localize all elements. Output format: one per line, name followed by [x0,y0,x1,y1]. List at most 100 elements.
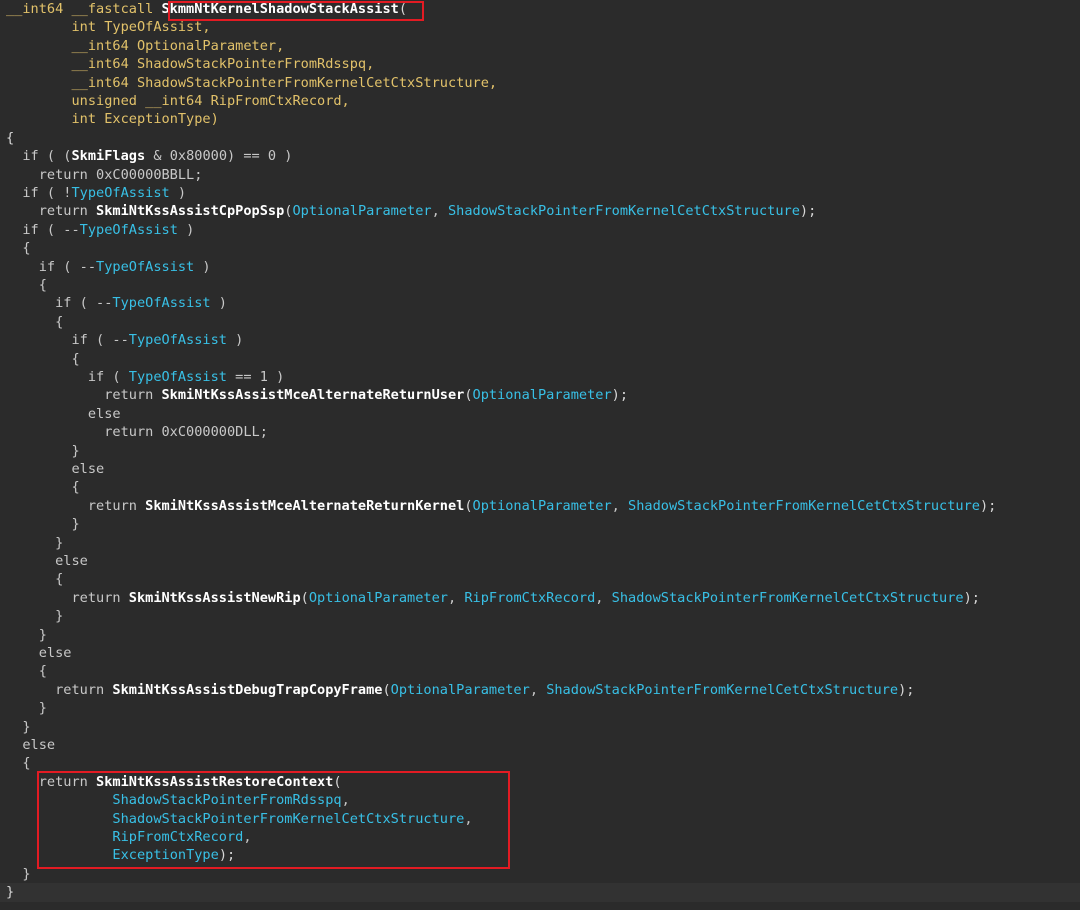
code-line[interactable]: __int64 ShadowStackPointerFromRdsspq, [6,55,374,73]
code-line[interactable]: else [6,644,72,662]
code-text: if ( ( [22,148,72,165]
code-line[interactable]: __int64 OptionalParameter, [6,37,284,55]
code-line[interactable]: int TypeOfAssist, [6,18,210,36]
code-line[interactable]: unsigned __int64 RipFromCtxRecord, [6,92,350,110]
code-line[interactable]: return SkmiNtKssAssistMceAlternateReturn… [6,497,997,515]
code-line[interactable]: if ( TypeOfAssist == 1 ) [6,368,284,386]
code-line[interactable]: ShadowStackPointerFromRdsspq, [6,791,350,809]
code-text: ) [177,221,195,238]
code-text: return [6,681,113,698]
code-line[interactable]: return 0xC000000DLL; [6,423,268,441]
code-text: , [431,203,448,220]
code-text: ( [333,773,342,790]
code-line[interactable]: { [6,313,63,331]
code-line[interactable]: return SkmiNtKssAssistRestoreContext( [6,773,342,791]
code-line[interactable]: if ( (SkmiFlags & 0x80000) == 0 ) [6,147,292,165]
code-line[interactable]: return SkmiNtKssAssistNewRip(OptionalPar… [6,589,980,607]
code-line[interactable]: { [6,129,14,147]
code-text: } [6,626,47,643]
code-line[interactable]: } [6,442,79,460]
code-text: } [6,884,15,901]
code-text: , [595,589,612,606]
code-line[interactable]: } [6,534,63,552]
code-line[interactable]: else [6,736,55,754]
code-line[interactable]: ExceptionType); [6,846,235,864]
variable-name: TypeOfAssist [128,332,227,349]
code-line[interactable]: if ( --TypeOfAssist ) [6,294,227,312]
code-text: return [6,589,129,606]
code-line[interactable]: return SkmiNtKssAssistMceAlternateReturn… [6,386,628,404]
code-text: else [6,553,88,569]
variable-name: ExceptionType [112,847,219,864]
code-line[interactable]: } [6,607,63,625]
code-line[interactable]: if ( --TypeOfAssist ) [6,331,243,349]
code-line[interactable]: int ExceptionType) [6,110,218,128]
code-line[interactable]: ShadowStackPointerFromKernelCetCtxStruct… [6,810,472,828]
code-text: , [341,792,350,809]
code-text: if ( [6,369,129,385]
code-text: if ( -- [6,332,129,349]
code-line[interactable]: if ( --TypeOfAssist ) [6,258,211,276]
variable-name: ShadowStackPointerFromKernelCetCtxStruct… [611,589,964,606]
pseudocode-view[interactable]: __int64 __fastcall SkmmNtKernelShadowSta… [0,0,1080,910]
variable-name: ShadowStackPointerFromKernelCetCtxStruct… [447,203,800,220]
variable-name: TypeOfAssist [128,369,227,385]
code-line[interactable]: { [6,478,80,496]
code-line[interactable]: if ( !TypeOfAssist ) [6,184,186,202]
code-text: ( [398,1,408,17]
variable-name: RipFromCtxRecord [112,829,244,845]
type-declaration: __int64 __fastcall [6,1,162,17]
function-name: SkmiNtKssAssistCpPopSsp [96,203,285,220]
code-line[interactable]: return SkmiNtKssAssistCpPopSsp(OptionalP… [6,202,817,220]
code-line[interactable]: } [6,626,47,644]
code-line[interactable]: } [0,883,1080,902]
code-line[interactable]: { [6,662,47,680]
code-line[interactable]: if ( --TypeOfAssist ) [6,221,194,239]
code-line[interactable]: } [6,865,31,883]
code-line[interactable]: return SkmiNtKssAssistDebugTrapCopyFrame… [6,681,914,699]
code-line[interactable]: return 0xC00000BBLL; [6,166,203,184]
function-name: SkmmNtKernelShadowStackAssist [161,1,399,17]
code-text: if ( -- [6,295,113,312]
code-text: if ( -- [6,221,80,238]
type-declaration: unsigned __int64 RipFromCtxRecord, [71,93,350,109]
code-text: { [6,663,47,680]
code-text: { [6,755,31,772]
type-declaration: __int64 ShadowStackPointerFromKernelCetC… [71,74,498,91]
code-text: } [6,865,31,882]
code-line[interactable]: else [6,552,88,570]
code-text: == 1 ) [226,369,285,385]
code-text: else [6,645,72,661]
code-text: ( [464,497,473,514]
code-text: else [6,737,56,753]
code-text: , [529,681,547,698]
code-line[interactable]: __int64 ShadowStackPointerFromKernelCetC… [6,74,497,92]
code-line[interactable]: RipFromCtxRecord, [6,828,251,846]
code-line[interactable]: __int64 __fastcall SkmmNtKernelShadowSta… [6,0,407,18]
variable-name: TypeOfAssist [112,295,211,312]
code-text: } [6,608,64,625]
code-line[interactable]: } [6,515,80,533]
code-text: ); [799,203,817,220]
code-line[interactable]: { [6,754,31,772]
code-line[interactable]: } [6,699,47,717]
type-declaration: __int64 OptionalParameter, [71,37,285,54]
code-text: ); [979,497,997,514]
code-text: { [6,479,80,496]
function-name: SkmiNtKssAssistRestoreContext [96,773,334,790]
code-text: ) [194,258,211,275]
code-line[interactable]: { [6,239,30,257]
code-text: ) [210,295,227,312]
code-text: , [611,497,629,514]
code-line[interactable]: } [6,718,30,736]
variable-name: OptionalParameter [472,497,612,514]
code-line[interactable]: { [6,350,79,368]
code-line[interactable]: { [6,276,47,294]
code-line[interactable]: else [6,460,104,478]
code-line[interactable]: else [6,405,121,423]
code-text: } [6,516,80,533]
code-line[interactable]: { [6,570,63,588]
